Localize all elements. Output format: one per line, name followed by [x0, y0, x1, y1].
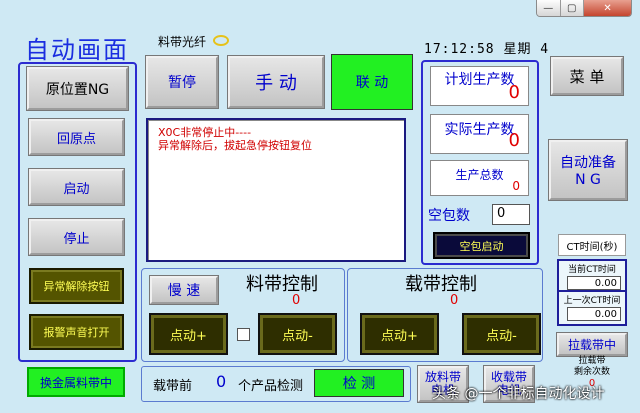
carrier-jog-minus-button[interactable]: 点动-	[462, 313, 541, 355]
pull-carrier-button[interactable]: 拉载带中	[556, 332, 628, 357]
home-status-button[interactable]: 原位置NG	[26, 66, 129, 111]
menu-button[interactable]: 菜 单	[550, 56, 624, 96]
auto-ready-line1: 自动准备	[560, 155, 616, 171]
ct-last-label: 上一次CT时间	[563, 296, 621, 306]
page-title: 自动画面	[25, 36, 129, 64]
carrier-jog-plus-button[interactable]: 点动+	[360, 313, 439, 355]
watermark: 头条 @一个非标自动化设计	[432, 386, 605, 402]
tape-jog-minus-button[interactable]: 点动-	[258, 313, 337, 355]
fiber-indicator-icon	[213, 35, 229, 46]
product-detect-label: 个产品检测	[238, 379, 304, 394]
pull-carrier-label1: 拉载带	[578, 356, 606, 366]
minimize-icon[interactable]: —	[537, 0, 561, 16]
pull-carrier-label2: 剩余次数	[573, 367, 610, 377]
total-count-box: 生产总数 0	[430, 160, 529, 196]
tape-control-value: 0	[292, 293, 301, 308]
auto-ready-button[interactable]: 自动准备 N G	[548, 139, 628, 201]
empty-count-label: 空包数	[428, 208, 470, 224]
actual-count-box: 实际生产数 0	[430, 114, 529, 154]
actual-count-value: 0	[508, 130, 520, 151]
tape-control-title: 料带控制	[246, 274, 318, 295]
start-button[interactable]: 启动	[28, 168, 125, 206]
tape-jog-plus-button[interactable]: 点动+	[149, 313, 228, 355]
alarm-message-box: X0C非常停止中---- 异常解除后，拔起急停按钮复位	[146, 118, 406, 262]
tape-checkbox[interactable]	[237, 328, 250, 341]
empty-start-button[interactable]: 空包启动	[433, 232, 530, 259]
alarm-message-line: X0C非常停止中----	[158, 126, 252, 139]
change-tape-button[interactable]: 换金属料带中	[27, 367, 125, 397]
close-icon[interactable]: ✕	[584, 0, 631, 16]
fiber-label: 料带光纤	[158, 35, 207, 49]
stop-button[interactable]: 停止	[28, 218, 125, 256]
planned-count-value: 0	[508, 82, 520, 103]
ct-current-label: 当前CT时间	[568, 265, 616, 275]
planned-count-box: 计划生产数 0	[430, 66, 529, 106]
manual-button[interactable]: 手 动	[227, 55, 325, 109]
carrier-front-label: 载带前	[153, 379, 193, 394]
ct-current-value: 0.00	[567, 276, 621, 290]
auto-ready-line2: N G	[575, 172, 601, 188]
carrier-control-value: 0	[450, 293, 459, 308]
carrier-control-title: 载带控制	[405, 274, 477, 295]
maximize-icon[interactable]: ▢	[560, 0, 585, 16]
home-button[interactable]: 回原点	[28, 118, 125, 156]
carrier-count: 0	[216, 372, 227, 391]
empty-count-input[interactable]: 0	[492, 204, 530, 225]
ct-title: CT时间(秒)	[558, 234, 626, 256]
ct-last-box: 上一次CT时间 0.00	[557, 290, 627, 326]
ct-last-value: 0.00	[567, 307, 621, 321]
alarm-sound-button[interactable]: 报警声音打开	[29, 314, 124, 350]
clear-alarm-button[interactable]: 异常解除按钮	[29, 268, 124, 304]
slow-speed-button[interactable]: 慢 速	[149, 275, 219, 305]
detect-button[interactable]: 检 测	[314, 369, 404, 397]
window-controls: — ▢ ✕	[536, 0, 632, 17]
pause-button[interactable]: 暂停	[145, 55, 219, 109]
total-count-value: 0	[512, 179, 520, 193]
clock: 17:12:58 星期 4	[424, 42, 550, 57]
link-mode-button[interactable]: 联 动	[331, 54, 413, 110]
alarm-message-line: 异常解除后，拔起急停按钮复位	[158, 139, 312, 152]
